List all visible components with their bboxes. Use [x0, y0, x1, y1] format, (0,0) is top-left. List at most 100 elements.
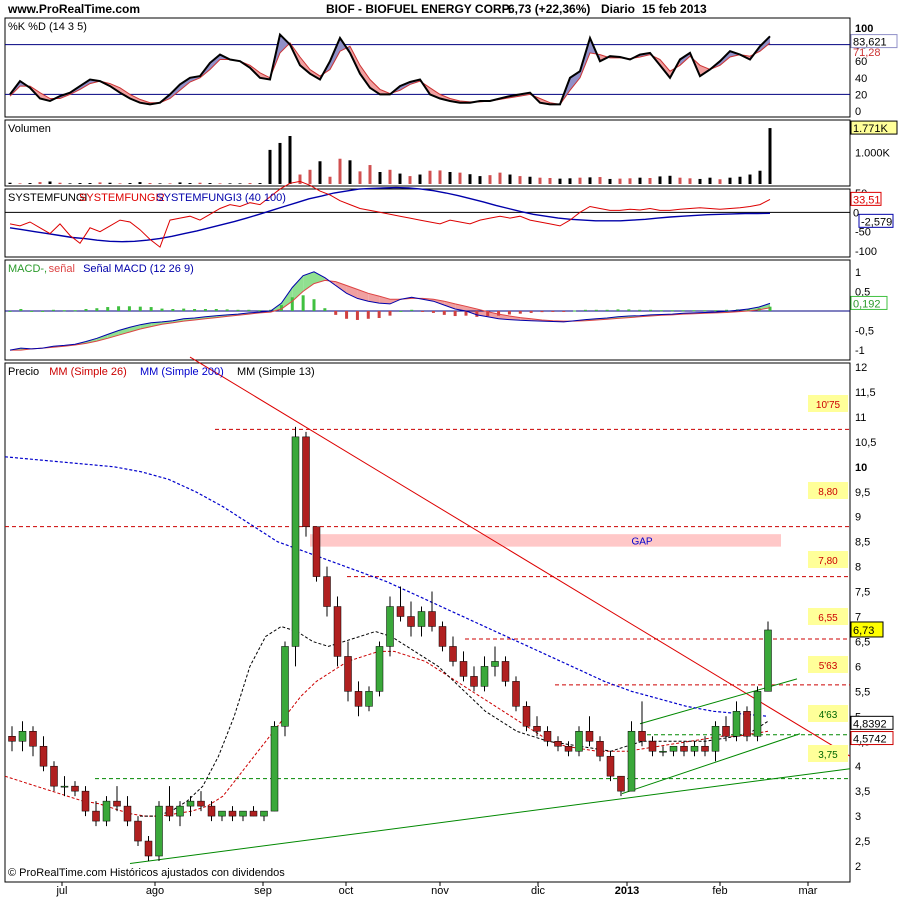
volume-bar — [548, 178, 552, 184]
volume-bar — [318, 161, 322, 184]
candle-body — [512, 681, 520, 707]
price-tick-label: 2 — [855, 861, 861, 873]
stock-chart[interactable]: %K %D (14 3 5)10080604020083,62171,28Vol… — [0, 0, 900, 900]
month-label: sep — [254, 885, 272, 897]
volume-bar — [8, 182, 12, 184]
candle-body — [428, 611, 436, 627]
volume-bar — [278, 142, 282, 184]
candle-body — [123, 805, 132, 822]
candle-body — [81, 790, 90, 812]
candle-body — [480, 666, 489, 687]
price-tick-label: 6 — [855, 661, 861, 673]
system-tick-label: -50 — [855, 227, 871, 239]
macd-title-part: señal — [49, 263, 75, 275]
level-label: 3,75 — [818, 750, 838, 761]
macd-histogram-bar — [323, 308, 327, 311]
macd-histogram-bar — [95, 308, 99, 311]
macd-histogram-bar — [290, 297, 294, 311]
volume-bar — [168, 183, 172, 184]
macd-histogram-bar — [399, 310, 403, 312]
volume-bar — [598, 177, 602, 184]
candle-body — [270, 726, 279, 812]
candle-body — [690, 745, 699, 752]
volume-bar — [158, 183, 162, 184]
candle-body — [554, 741, 562, 747]
macd-histogram-bar — [573, 310, 577, 312]
macd-histogram-bar — [171, 309, 175, 311]
price-tick-label: 2,5 — [855, 836, 870, 848]
price-tick-label: 9 — [855, 512, 861, 524]
candle-body — [302, 436, 310, 527]
macd-panel — [4, 259, 851, 361]
volume-bar — [638, 177, 642, 184]
gap-label: GAP — [631, 536, 652, 547]
system-title-part: SYSTEMFUNGI2 — [79, 192, 165, 204]
volume-bar — [738, 176, 742, 184]
volume-bar — [628, 178, 632, 184]
candle-body — [543, 731, 552, 742]
macd-histogram-bar — [453, 310, 457, 317]
candle-body — [669, 745, 678, 752]
candle-body — [260, 810, 268, 817]
volume-bar — [568, 178, 572, 184]
volume-bar — [218, 183, 222, 184]
month-label: mar — [799, 885, 818, 897]
volume-bar — [58, 182, 62, 184]
price-title-part: MM (Simple 200) — [140, 366, 224, 378]
candle-body — [722, 726, 730, 737]
volume-bar — [758, 170, 762, 184]
volume-bar — [198, 182, 202, 184]
stoch-last-d: 71,28 — [853, 47, 881, 59]
candle-body — [176, 805, 184, 817]
volume-bar — [458, 172, 462, 184]
month-label: nov — [431, 885, 449, 897]
level-label: 5'63 — [819, 661, 838, 672]
level-label: 6,55 — [818, 613, 838, 624]
candle-body — [344, 656, 352, 692]
volume-bar — [518, 176, 522, 184]
macd-histogram-bar — [507, 310, 511, 315]
macd-histogram-bar — [84, 309, 88, 311]
volume-title: Volumen — [8, 123, 51, 135]
candle-body — [365, 691, 373, 707]
candle-body — [50, 765, 58, 787]
volume-bar — [608, 178, 612, 184]
price-tick-label: 10,5 — [855, 437, 876, 449]
macd-histogram-bar — [247, 309, 251, 311]
candle-body — [701, 745, 709, 752]
volume-bar — [258, 183, 262, 184]
price-panel — [4, 362, 851, 883]
volume-bar — [348, 160, 352, 184]
system-title-part: SYSTEMFUNGI — [8, 192, 87, 204]
candle-body — [113, 800, 121, 807]
candle-body — [711, 726, 720, 752]
volume-bar — [238, 183, 242, 184]
candle-body — [155, 805, 163, 857]
macd-histogram-bar — [410, 309, 414, 311]
stoch-tick-label: 0 — [855, 106, 861, 118]
macd-histogram-bar — [540, 310, 544, 313]
month-label: 2013 — [615, 885, 639, 897]
macd-histogram-bar — [681, 310, 685, 312]
volume-bar — [428, 170, 432, 184]
macd-histogram-bar — [193, 309, 197, 311]
macd-histogram-bar — [366, 310, 370, 319]
macd-histogram-bar — [41, 310, 45, 312]
volume-bar — [478, 176, 482, 184]
volume-bar — [78, 183, 82, 184]
system-tick-label: -100 — [855, 246, 877, 258]
macd-histogram-bar — [497, 310, 501, 316]
macd-histogram-bar — [258, 310, 262, 312]
macd-histogram-bar — [562, 310, 566, 312]
month-label: jul — [55, 885, 67, 897]
macd-histogram-bar — [703, 310, 707, 312]
volume-bar — [28, 183, 32, 184]
stochastic-panel — [4, 17, 851, 118]
month-label: dic — [531, 885, 546, 897]
volume-panel — [4, 119, 851, 187]
macd-histogram-bar — [182, 308, 186, 311]
macd-histogram-bar — [312, 299, 316, 311]
volume-bar — [438, 170, 442, 184]
candle-body — [606, 755, 615, 777]
candle-body — [71, 785, 79, 792]
